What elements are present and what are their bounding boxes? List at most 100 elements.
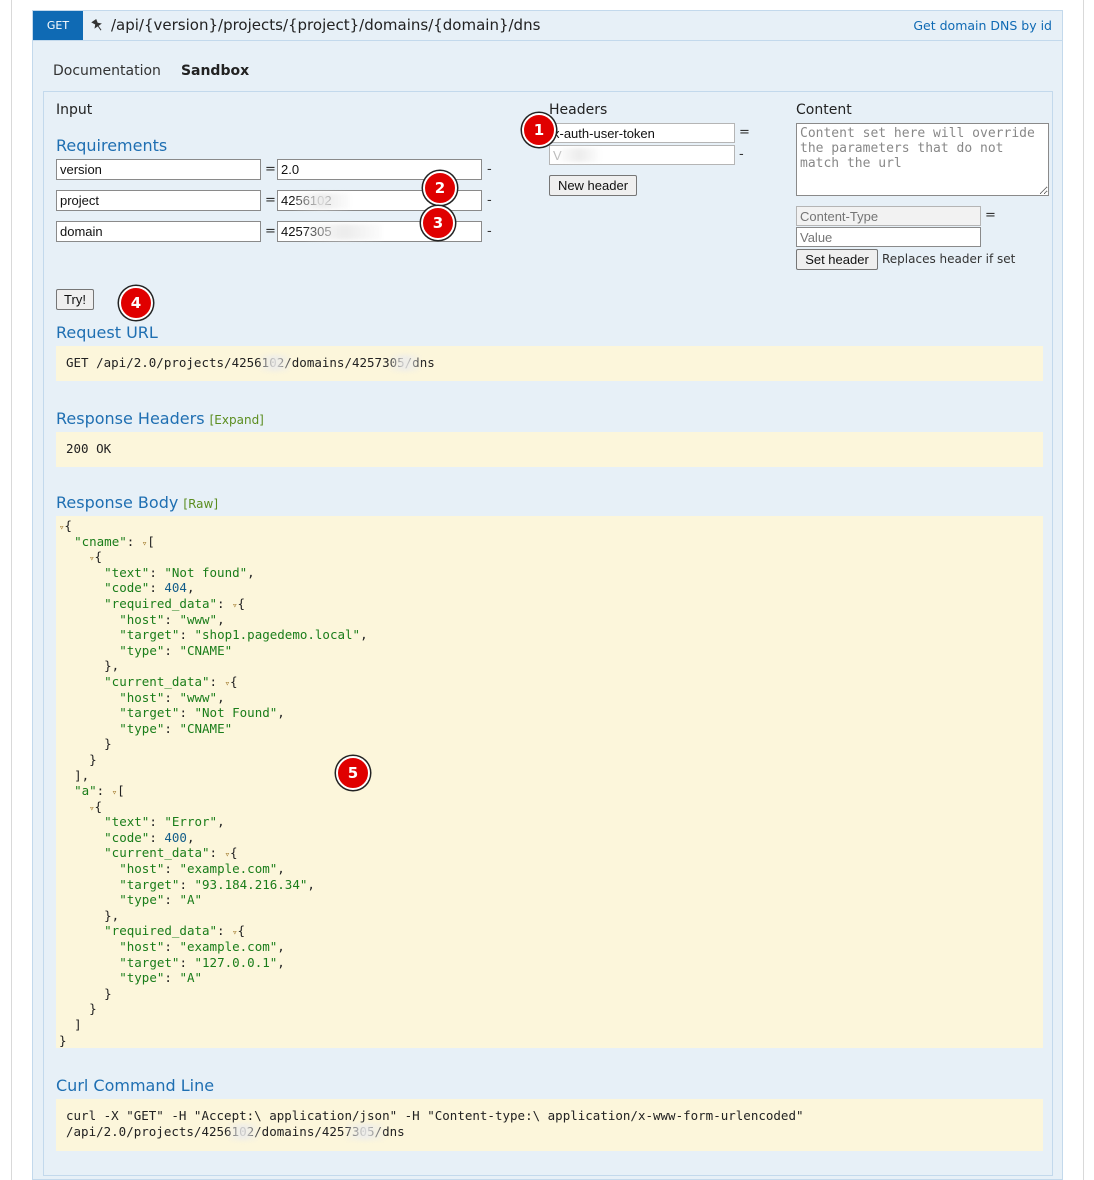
json-line: "type": "CNAME" [59,643,1040,659]
tab-sandbox[interactable]: Sandbox [181,63,249,79]
json-token: "type" [119,970,165,986]
json-line: "target": "93.184.216.34", [59,877,1040,893]
raw-link[interactable]: [Raw] [183,497,218,511]
equals-sign: = [265,193,276,208]
json-token: , [217,611,225,627]
json-token: "example.com" [179,861,278,877]
json-token: : [126,533,142,549]
curl-box: curl -X "GET" -H "Accept:\ application/j… [56,1099,1043,1151]
json-token: : [164,642,180,658]
json-token: "target" [119,954,180,970]
json-line: "type": "A" [59,970,1040,986]
param-name-domain[interactable] [56,221,261,242]
json-token: , [277,705,285,721]
json-token: "required_data" [104,595,218,611]
json-token: }, [104,907,120,923]
equals-sign: = [739,125,750,140]
endpoint-path[interactable]: /api/{version}/projects/{project}/domain… [111,16,540,34]
json-line: "host": "example.com", [59,939,1040,955]
json-line: }, [59,658,1040,674]
json-token: "target" [119,876,180,892]
json-line: ], [59,768,1040,784]
json-token: : [217,595,233,611]
param-name-project[interactable] [56,190,261,211]
json-token: "93.184.216.34" [194,876,308,892]
request-url-text: GET /api/2.0/projects/4256102/domains/42… [66,355,435,370]
annotation-marker-4: 4 [119,286,153,320]
json-line: "host": "www", [59,690,1040,706]
dash: - [487,224,492,239]
annotation-marker-1: 1 [522,113,556,147]
json-line: "text": "Not found", [59,565,1040,581]
dash: - [487,193,492,208]
json-token: "Not Found" [194,705,278,721]
response-status-text: 200 OK [66,441,112,456]
new-header-button[interactable]: New header [549,175,637,196]
redaction-blur [228,1124,258,1140]
content-textarea[interactable] [796,123,1049,196]
json-token: "type" [119,642,165,658]
content-value-field[interactable] [796,227,981,247]
json-token: "127.0.0.1" [194,954,278,970]
requirements-title: Requirements [56,136,168,155]
dash: - [487,162,492,177]
content-type-field[interactable] [796,206,981,226]
json-token: : [149,580,165,596]
json-token: { [230,845,238,861]
json-token: , [186,580,195,596]
endpoint-header[interactable]: GET /api/{version}/projects/{project}/do… [33,11,1062,41]
expand-link[interactable]: [Expand] [210,413,264,427]
response-body-box: ▿{ "cname": ▿[ ▿{ "text": "Not found", "… [56,516,1043,1048]
response-body-title: Response Body [Raw] [56,493,218,512]
json-line: } [59,736,1040,752]
json-token: : [164,720,180,736]
set-header-button[interactable]: Set header [796,249,878,270]
json-line: "current_data": ▿{ [59,674,1040,690]
json-token: ], [74,767,90,783]
json-line: "target": "shop1.pagedemo.local", [59,627,1040,643]
json-token: , [277,939,285,955]
json-line: "target": "Not Found", [59,705,1040,721]
json-token: : [209,673,225,689]
curl-title: Curl Command Line [56,1076,215,1095]
json-token: , [217,689,225,705]
json-line: "text": "Error", [59,814,1040,830]
json-token: "current_data" [104,673,210,689]
equals-sign: = [265,162,276,177]
json-token: "shop1.pagedemo.local" [194,627,361,643]
header-name-field[interactable] [549,123,735,143]
json-token: "A" [179,970,203,986]
json-token: { [237,595,246,611]
json-token: } [104,736,112,752]
json-token: "host" [119,611,165,627]
json-token: }, [104,658,120,674]
json-line: } [59,1001,1040,1017]
content-title: Content [796,102,852,118]
json-token: { [64,518,72,533]
response-headers-title: Response Headers [Expand] [56,409,264,428]
tab-bar: Documentation Sandbox [53,63,249,79]
redaction-blur [307,224,382,240]
json-token: { [237,923,246,939]
json-token: "Error" [164,814,218,830]
json-line: "target": "127.0.0.1", [59,955,1040,971]
json-token: , [277,954,285,970]
endpoint-summary-link[interactable]: Get domain DNS by id [913,18,1052,33]
annotation-marker-2: 2 [423,171,457,205]
tab-documentation[interactable]: Documentation [53,63,161,79]
json-token: "target" [119,705,180,721]
json-token: } [59,1032,67,1048]
try-button[interactable]: Try! [56,289,94,310]
replaces-header-note: Replaces header if set [882,252,1016,266]
response-headers-label: Response Headers [56,409,205,428]
equals-sign: = [265,224,276,239]
method-badge[interactable]: GET [33,11,83,40]
json-line: "host": "example.com", [59,861,1040,877]
json-token: { [230,673,238,689]
redaction-blur [390,355,420,371]
json-token: , [217,814,225,830]
json-line: "type": "CNAME" [59,721,1040,737]
param-name-version[interactable] [56,159,261,180]
json-token: "host" [119,689,165,705]
json-token: : [164,861,180,877]
